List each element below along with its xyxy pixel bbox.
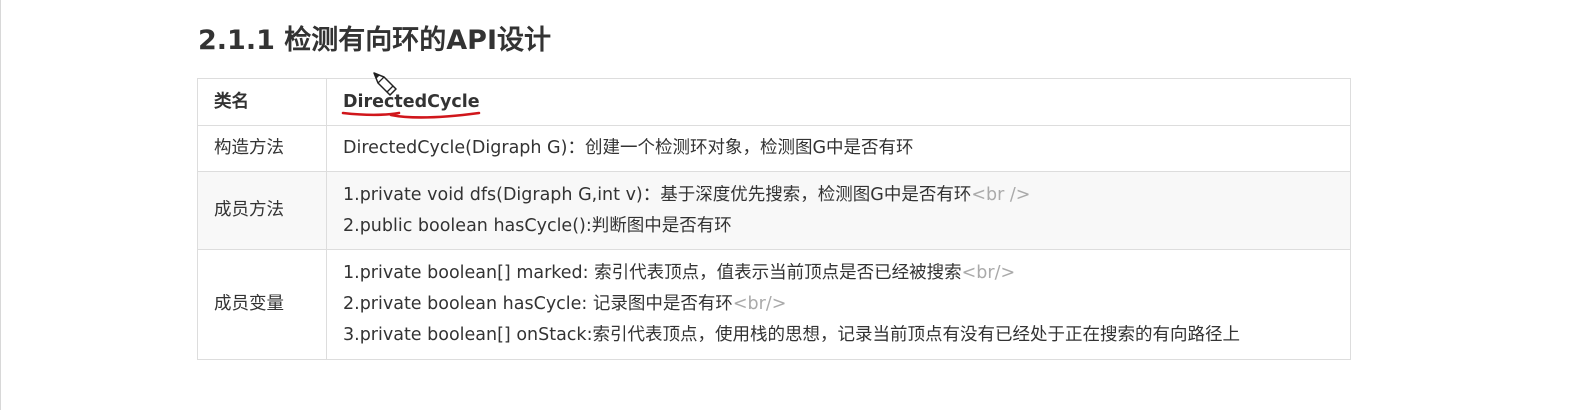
field-text: 2.private boolean hasCycle: 记录图中是否有环 bbox=[343, 294, 733, 314]
br-tag: <br/> bbox=[961, 263, 1016, 283]
pencil-cursor-icon bbox=[373, 72, 397, 96]
table-row-methods: 成员方法 1.private void dfs(Digraph G,int v)… bbox=[197, 171, 1351, 250]
api-table: 类名 DirectedCycle 构造方法 DirectedCycle(Digr… bbox=[197, 78, 1351, 360]
row-value-class: DirectedCycle bbox=[326, 78, 1351, 126]
red-ink-underline bbox=[341, 111, 481, 119]
class-name: DirectedCycle bbox=[341, 87, 481, 119]
row-key-class: 类名 bbox=[197, 78, 327, 126]
row-key-constructor: 构造方法 bbox=[197, 125, 327, 172]
table-row-fields: 成员变量 1.private boolean[] marked: 索引代表顶点，… bbox=[197, 249, 1351, 360]
table-row-constructor: 构造方法 DirectedCycle(Digraph G)：创建一个检测环对象，… bbox=[197, 125, 1351, 172]
field-text: 1.private boolean[] marked: 索引代表顶点，值表示当前… bbox=[343, 263, 962, 283]
field-text: 3.private boolean[] onStack:索引代表顶点，使用栈的思… bbox=[343, 325, 1240, 345]
method-text: 1.private void dfs(Digraph G,int v)：基于深度… bbox=[343, 184, 972, 205]
method-line: 1.private void dfs(Digraph G,int v)：基于深度… bbox=[343, 180, 1334, 211]
method-text: 2.public boolean hasCycle():判断图中是否有环 bbox=[343, 215, 732, 236]
row-key-fields: 成员变量 bbox=[197, 249, 327, 360]
section-heading: 2.1.1 检测有向环的API设计 bbox=[198, 25, 552, 57]
br-tag: <br/> bbox=[732, 294, 787, 314]
row-value-methods: 1.private void dfs(Digraph G,int v)：基于深度… bbox=[326, 171, 1351, 250]
field-line: 1.private boolean[] marked: 索引代表顶点，值表示当前… bbox=[343, 258, 1334, 289]
page-left-border bbox=[0, 0, 1, 410]
row-value-constructor: DirectedCycle(Digraph G)：创建一个检测环对象，检测图G中… bbox=[326, 125, 1351, 172]
br-tag: <br /> bbox=[971, 184, 1031, 205]
method-line: 2.public boolean hasCycle():判断图中是否有环 bbox=[343, 211, 1334, 242]
row-key-methods: 成员方法 bbox=[197, 171, 327, 250]
field-line: 3.private boolean[] onStack:索引代表顶点，使用栈的思… bbox=[343, 320, 1334, 351]
field-line: 2.private boolean hasCycle: 记录图中是否有环<br/… bbox=[343, 289, 1334, 320]
row-value-fields: 1.private boolean[] marked: 索引代表顶点，值表示当前… bbox=[326, 249, 1351, 360]
